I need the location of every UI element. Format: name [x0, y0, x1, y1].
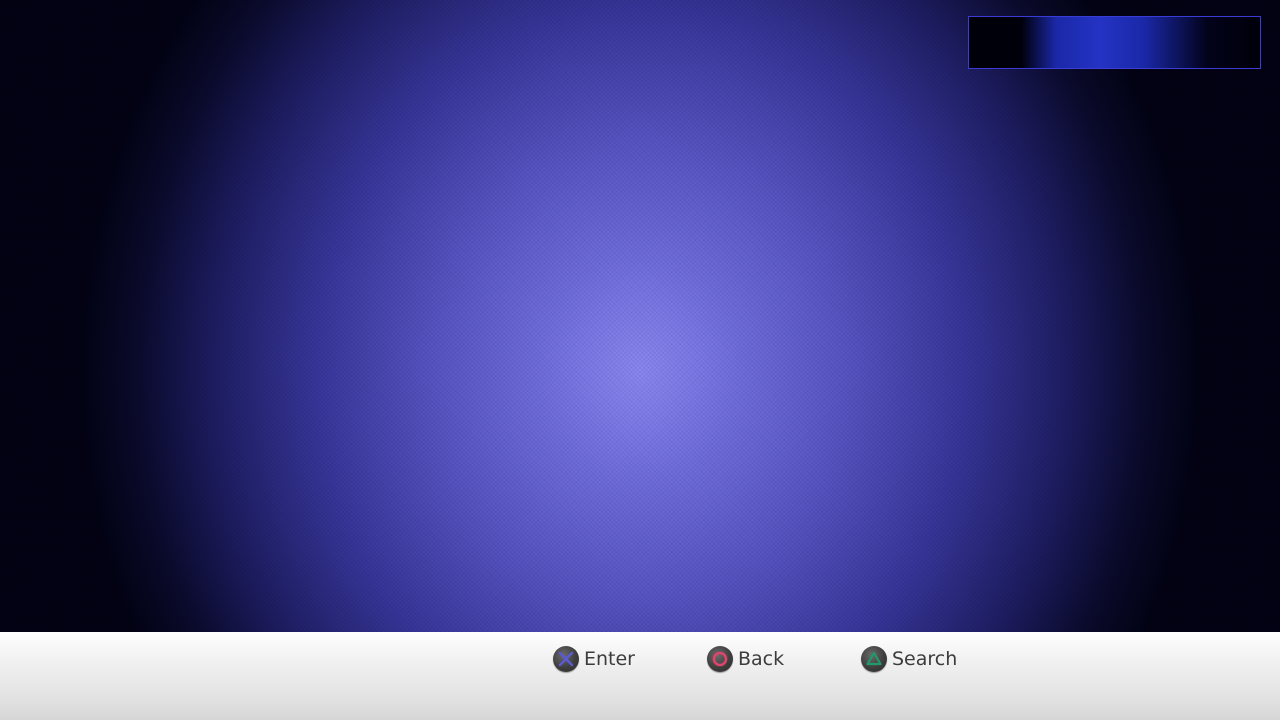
- enter-hint-label: Enter: [584, 648, 635, 670]
- top-right-status-panel: [968, 16, 1261, 69]
- cross-button-icon: [553, 646, 579, 672]
- enter-hint[interactable]: Enter: [553, 644, 635, 674]
- search-hint[interactable]: Search: [861, 644, 957, 674]
- circle-button-icon: [707, 646, 733, 672]
- background-gradient: [0, 0, 1280, 632]
- triangle-button-icon: [861, 646, 887, 672]
- back-hint[interactable]: Back: [707, 644, 784, 674]
- main-screen: Enter Back Search: [0, 0, 1280, 720]
- back-hint-label: Back: [738, 648, 785, 670]
- search-hint-label: Search: [892, 648, 958, 670]
- button-hint-bar: Enter Back Search: [0, 632, 1280, 720]
